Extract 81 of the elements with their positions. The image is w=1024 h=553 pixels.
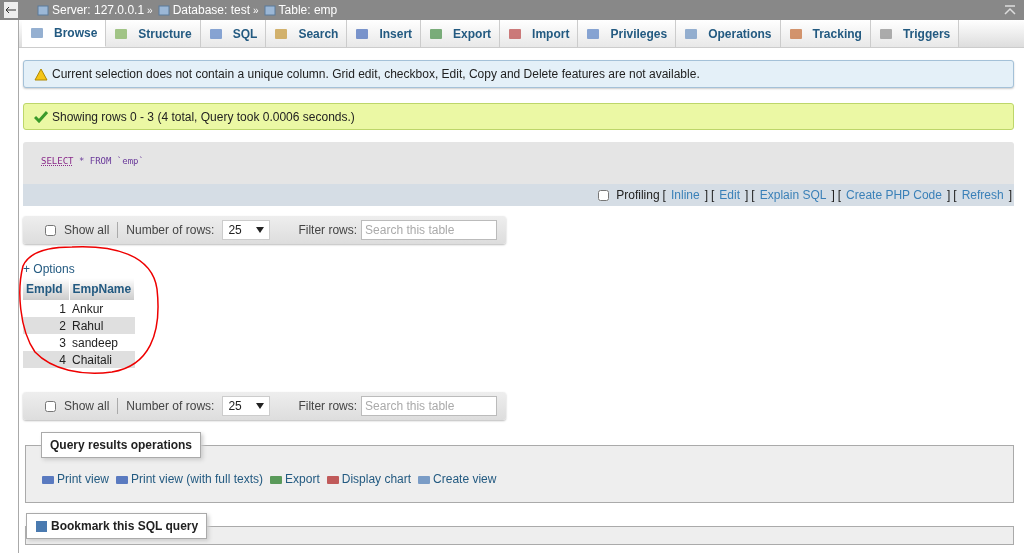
filter-label: Filter rows: — [298, 223, 358, 237]
show-all-checkbox[interactable] — [45, 400, 56, 412]
bracket: ] — [745, 188, 749, 202]
bracket: ] — [1008, 188, 1012, 202]
tab[interactable]: Triggers — [870, 20, 960, 47]
tab-icon — [274, 26, 289, 41]
rows-dropdown[interactable]: 25 — [222, 220, 271, 240]
bracket: ] — [831, 188, 835, 202]
check-icon — [34, 110, 48, 123]
operation-link[interactable]: Export — [269, 472, 320, 486]
operation-link[interactable]: Print view — [41, 472, 109, 486]
tab[interactable]: Operations — [676, 20, 781, 47]
collapse-icon[interactable] — [1004, 5, 1016, 15]
table-cell: Chaitali — [69, 351, 135, 368]
tab[interactable]: Import — [500, 20, 579, 47]
tab[interactable]: SQL — [200, 20, 267, 47]
bracket: [ — [837, 188, 842, 202]
bookmark-icon — [35, 519, 48, 533]
dropdown-caret-icon — [256, 227, 265, 233]
panel-title: Query results operations — [41, 432, 202, 458]
notice-message: Current selection does not contain a unique column. Grid edit, checkbox, Edit, Copy and Delete features are not available. — [23, 60, 1014, 88]
breadcrumb-link[interactable]: Server: 127.0.0.1 — [52, 3, 145, 17]
table-cell: 2 — [23, 317, 69, 334]
table-cell: 3 — [23, 334, 69, 351]
breadcrumb-separator: » — [253, 4, 259, 16]
tab-icon — [878, 26, 893, 41]
tab-icon — [355, 26, 370, 41]
success-message: Showing rows 0 - 3 (4 total, Query took 0.0006 seconds.) — [23, 103, 1014, 130]
rows-dropdown[interactable]: 25 — [222, 396, 271, 416]
show-all-label: Show all — [64, 399, 110, 413]
filter-field[interactable]: Search this table — [361, 396, 498, 416]
tab[interactable]: Browse — [22, 20, 107, 47]
tab-icon — [114, 26, 129, 41]
column-header[interactable]: EmpName — [69, 278, 135, 300]
tab-icon — [788, 26, 803, 41]
tab[interactable]: Tracking — [780, 20, 871, 47]
tab-icon — [429, 26, 444, 41]
sql-query: SELECT * FROM `emp` — [40, 155, 145, 168]
breadcrumb-link[interactable]: Table: emp — [278, 3, 338, 17]
tab[interactable]: Export — [421, 20, 501, 47]
profiling-checkbox[interactable] — [598, 189, 610, 201]
operation-link[interactable]: Display chart — [325, 472, 412, 486]
tab-icon — [208, 26, 223, 41]
table-cell: sandeep — [69, 334, 135, 351]
dropdown-caret-icon — [256, 403, 265, 409]
tab-icon — [508, 26, 523, 41]
bracket: [ — [662, 188, 666, 202]
tab-icon — [684, 26, 699, 41]
breadcrumb-link[interactable]: Database: test — [172, 3, 250, 17]
show-all-label: Show all — [64, 223, 110, 237]
filter-field[interactable]: Search this table — [361, 220, 498, 240]
tab[interactable]: Privileges — [578, 20, 677, 47]
rows-label: Number of rows: — [126, 399, 215, 413]
bracket: [ — [953, 188, 957, 202]
column-header[interactable]: EmpId — [23, 278, 69, 300]
show-all-checkbox[interactable] — [45, 224, 56, 236]
breadcrumb-separator: » — [147, 4, 153, 16]
tab-icon — [30, 26, 44, 40]
profiling-label: Profiling — [616, 188, 660, 202]
tab[interactable]: Insert — [347, 20, 422, 47]
table-cell: Rahul — [69, 317, 135, 334]
table-cell: Ankur — [69, 300, 135, 317]
bracket: ] — [946, 188, 951, 202]
crumb-icon — [37, 4, 49, 16]
tab[interactable]: Structure — [106, 20, 201, 47]
tab[interactable]: Search — [266, 20, 348, 47]
panel-title: Bookmark this SQL query — [26, 513, 208, 539]
filter-label: Filter rows: — [298, 399, 358, 413]
table-cell: 1 — [23, 300, 69, 317]
table-cell: 4 — [23, 351, 69, 368]
crumb-icon — [263, 4, 276, 16]
rows-label: Number of rows: — [126, 223, 215, 237]
tab-icon — [586, 26, 601, 41]
operation-link[interactable]: Print view (with full texts) — [115, 472, 264, 486]
bracket: [ — [751, 188, 755, 202]
bracket: [ — [711, 188, 715, 202]
bracket: ] — [704, 188, 708, 202]
crumb-icon — [157, 4, 170, 16]
options-link[interactable]: + Options — [23, 262, 1014, 276]
operation-link[interactable]: Create view — [417, 472, 497, 486]
warning-icon — [34, 67, 48, 81]
